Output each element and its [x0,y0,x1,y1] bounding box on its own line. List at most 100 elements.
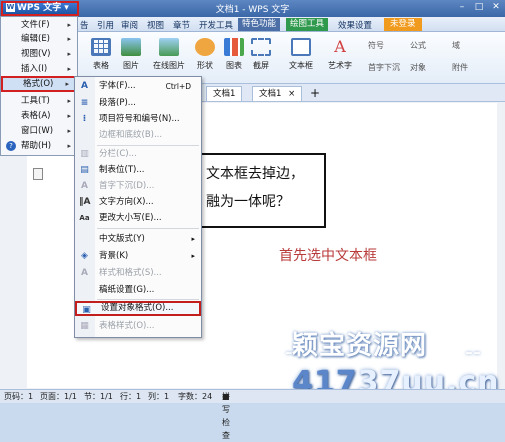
ribbon-table-button[interactable]: 表格 [86,38,116,71]
menu-item-label: 文件(F) [21,20,50,30]
chevron-right-icon: ▸ [67,97,71,105]
submenu-label: 表格样式(O)... [99,321,155,331]
picture-icon [121,38,141,56]
ribbon-textbox-button[interactable]: 文本框 [284,38,318,71]
status-row: 行：1 [120,392,142,401]
close-icon[interactable]: ✕ [489,1,503,14]
submenu-paragraph[interactable]: ≡ 段落(P)... [75,96,201,111]
text-box[interactable]: 文本框去掉边， 融为一体呢？ [200,153,326,228]
screenshot-icon [251,38,271,56]
tab-developer[interactable]: 开发工具 [199,19,233,31]
tab-chapter[interactable]: 章节 [173,19,190,31]
tab-special[interactable]: 特色功能 [238,18,281,31]
submenu-columns[interactable]: ▥ 分栏(C)... [75,147,201,162]
tab-view[interactable]: 视图 [147,19,164,31]
document-icon [33,168,43,180]
shortcut-label: Ctrl+D [165,82,191,91]
menu-item-help[interactable]: ? 帮助(H) ▸ [1,138,77,154]
menu-item-format[interactable]: 格式(O) ▸ [1,76,77,92]
ribbon-online-picture-label: 在线图片 [153,61,185,70]
bullet-list-icon: ⁝ [82,114,87,124]
shape-icon [195,38,215,56]
columns-icon: ▥ [80,149,89,159]
menu-item-table[interactable]: 表格(A) ▸ [1,108,77,124]
submenu-font[interactable]: A 字体(F)... Ctrl+D [75,79,201,94]
submenu-label: 分栏(C)... [99,149,137,159]
submenu-chinese-layout[interactable]: 中文版式(Y) ▸ [75,232,201,247]
doc-tab-2[interactable]: 文档1 × [252,86,303,101]
ribbon-wordart-label: 艺术字 [328,61,352,70]
wps-menu-button[interactable]: W WPS 文字 ▾ [1,1,79,16]
online-picture-icon [159,38,179,56]
ribbon-shape-button[interactable]: 形状 [190,38,220,71]
submenu-change-case[interactable]: Aa 更改大小写(E)... [75,211,201,226]
submenu-label: 中文版式(Y) [99,234,145,244]
table-icon [91,38,111,56]
menu-item-tools[interactable]: 工具(T) ▸ [1,93,77,109]
tab-review[interactable]: 审阅 [121,19,138,31]
ribbon-online-picture-button[interactable]: 在线图片 [150,38,188,71]
ribbon-attachment[interactable]: 附件 [452,62,468,73]
paragraph-icon: ≡ [80,98,89,108]
text-box-line-2: 融为一体呢？ [206,194,290,210]
instruction-caption: 首先选中文本框 [279,248,377,264]
ribbon-textbox-label: 文本框 [289,61,313,70]
tab-drawing-tools[interactable]: 绘图工具 [286,18,329,31]
new-tab-icon[interactable]: + [310,86,320,100]
minimize-icon[interactable]: – [455,1,469,14]
ribbon-picture-button[interactable]: 图片 [116,38,146,71]
close-tab-icon[interactable]: × [288,89,295,99]
submenu-label: 边框和底纹(B)... [99,130,163,140]
ribbon-shape-label: 形状 [197,61,213,70]
menu-item-label: 视图(V) [21,49,51,59]
submenu-table-style[interactable]: ▦ 表格样式(O)... [75,319,201,334]
ribbon-symbol[interactable]: 符号 [368,40,384,51]
ribbon-picture-label: 图片 [123,61,139,70]
maximize-icon[interactable]: □ [472,1,486,14]
ribbon-chart-button[interactable]: 图表 [219,38,249,71]
chevron-right-icon: ▸ [67,50,71,58]
ribbon-wordart-button[interactable]: A 艺术字 [322,38,358,71]
status-section: 节：1/1 [84,392,113,401]
tab-yinyong[interactable]: 告 [80,19,89,31]
chevron-right-icon: ▸ [67,127,71,135]
menu-item-edit[interactable]: 编辑(E) ▸ [1,31,77,47]
menu-item-label: 插入(I) [21,64,48,74]
format-submenu: A 字体(F)... Ctrl+D ≡ 段落(P)... ⁝ 项目符号和编号(N… [74,76,202,338]
ribbon-field[interactable]: 域 [452,40,460,51]
menu-item-window[interactable]: 窗口(W) ▸ [1,123,77,139]
chevron-right-icon: ▸ [67,142,71,150]
tab-references[interactable]: 引用 [97,19,114,31]
text-direction-icon: ‖A [79,197,91,207]
ribbon-table-label: 表格 [93,61,109,70]
submenu-tabs[interactable]: ▤ 制表位(T)... [75,163,201,178]
menu-separator [97,228,199,229]
chevron-right-icon: ▸ [67,65,71,73]
submenu-label: 背景(K) [99,251,129,261]
submenu-dropcap[interactable]: A 首字下沉(D)... [75,179,201,194]
submenu-background[interactable]: ◈ 背景(K) ▸ [75,249,201,264]
submenu-borders[interactable]: 边框和底纹(B)... [75,128,201,143]
submenu-object-format[interactable]: ▣ 设置对象格式(O)... [75,301,201,316]
submenu-bullets[interactable]: ⁝ 项目符号和编号(N)... [75,112,201,127]
tab-effects[interactable]: 效果设置 [338,19,372,31]
ribbon-object[interactable]: 对象 [410,62,426,73]
chart-icon [224,38,244,56]
ribbon-dropcap[interactable]: 首字下沉 [368,62,400,73]
change-case-icon: Aa [79,214,90,222]
menu-item-view[interactable]: 视图(V) ▸ [1,46,77,62]
table-style-icon: ▦ [80,321,89,331]
submenu-label: 项目符号和编号(N)... [99,114,180,124]
textbox-icon [291,38,311,56]
ribbon-screenshot-button[interactable]: 截屏 [246,38,276,71]
submenu-text-direction[interactable]: ‖A 文字方向(X)... [75,195,201,210]
menu-separator [97,145,199,146]
chevron-right-icon: ▸ [67,35,71,43]
login-button[interactable]: 未登录 [384,18,422,31]
ribbon-formula[interactable]: 公式 [410,40,426,51]
object-format-icon: ▣ [82,305,91,315]
submenu-styles[interactable]: A 样式和格式(S)... [75,266,201,281]
submenu-manuscript[interactable]: 稿纸设置(G)... [75,283,201,298]
doc-tab-1[interactable]: 文档1 [206,86,243,101]
menu-item-insert[interactable]: 插入(I) ▸ [1,61,77,77]
